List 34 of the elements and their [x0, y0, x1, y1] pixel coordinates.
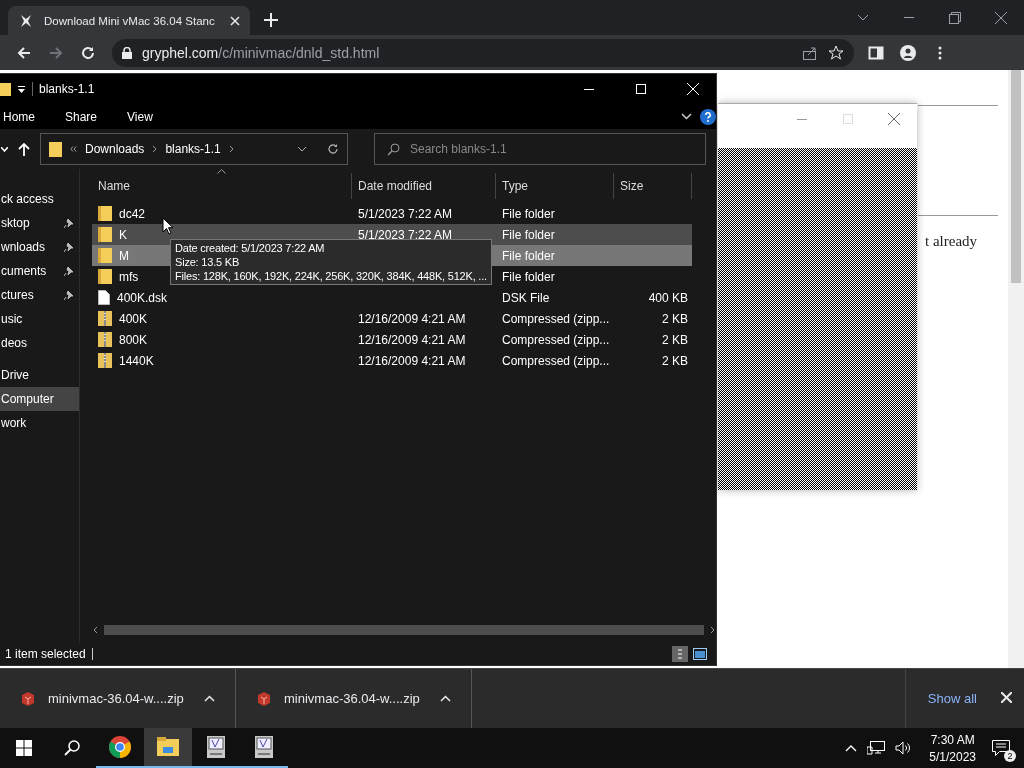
file-name: mfs	[119, 269, 139, 284]
file-name: M	[119, 248, 129, 263]
date-modified: 12/16/2009 4:21 AM	[358, 353, 466, 368]
page-text: t already	[925, 233, 978, 250]
file-name: minivmac-36.04-w....zip	[48, 691, 184, 706]
tooltip-text: Size: 13.5 KB	[175, 256, 241, 268]
file-size: 2 KB	[662, 311, 688, 326]
date-modified: 5/1/2023 7:22 AM	[358, 227, 453, 242]
file-name: dc42	[119, 206, 146, 221]
file-type: File folder	[502, 206, 555, 221]
file-type: Compressed (zipp...	[502, 332, 610, 347]
status-text: 1 item selected	[5, 647, 86, 661]
date-modified: 5/1/2023 7:22 AM	[358, 206, 453, 221]
notification-count: 2	[1004, 750, 1016, 762]
tooltip-text: Date created: 5/1/2023 7:22 AM	[175, 242, 326, 254]
file-name: minivmac-36.04-w....zip	[284, 691, 420, 706]
file-type: Compressed (zipp...	[502, 311, 610, 326]
file-size: 400 KB	[648, 290, 688, 305]
file-size: 2 KB	[662, 353, 688, 368]
file-type: DSK File	[502, 290, 550, 305]
file-name: 1440K	[119, 353, 154, 368]
file-name: 400K.dsk	[117, 290, 168, 305]
file-type: File folder	[502, 227, 555, 242]
file-name: K	[119, 227, 127, 242]
date-modified: 12/16/2009 4:21 AM	[358, 332, 466, 347]
window-title: blanks-1.1	[39, 82, 96, 96]
file-name: 400K	[119, 311, 148, 326]
tooltip-text: Files: 128K, 160K, 192K, 224K, 256K, 320K, 384K, 448K, 512K, ...	[175, 270, 487, 282]
file-type: File folder	[502, 248, 555, 263]
file-name: 800K	[119, 332, 148, 347]
date-modified: 12/16/2009 4:21 AM	[358, 311, 466, 326]
file-size: 2 KB	[662, 332, 688, 347]
file-type: File folder	[502, 269, 555, 284]
file-type: Compressed (zipp...	[502, 353, 610, 368]
